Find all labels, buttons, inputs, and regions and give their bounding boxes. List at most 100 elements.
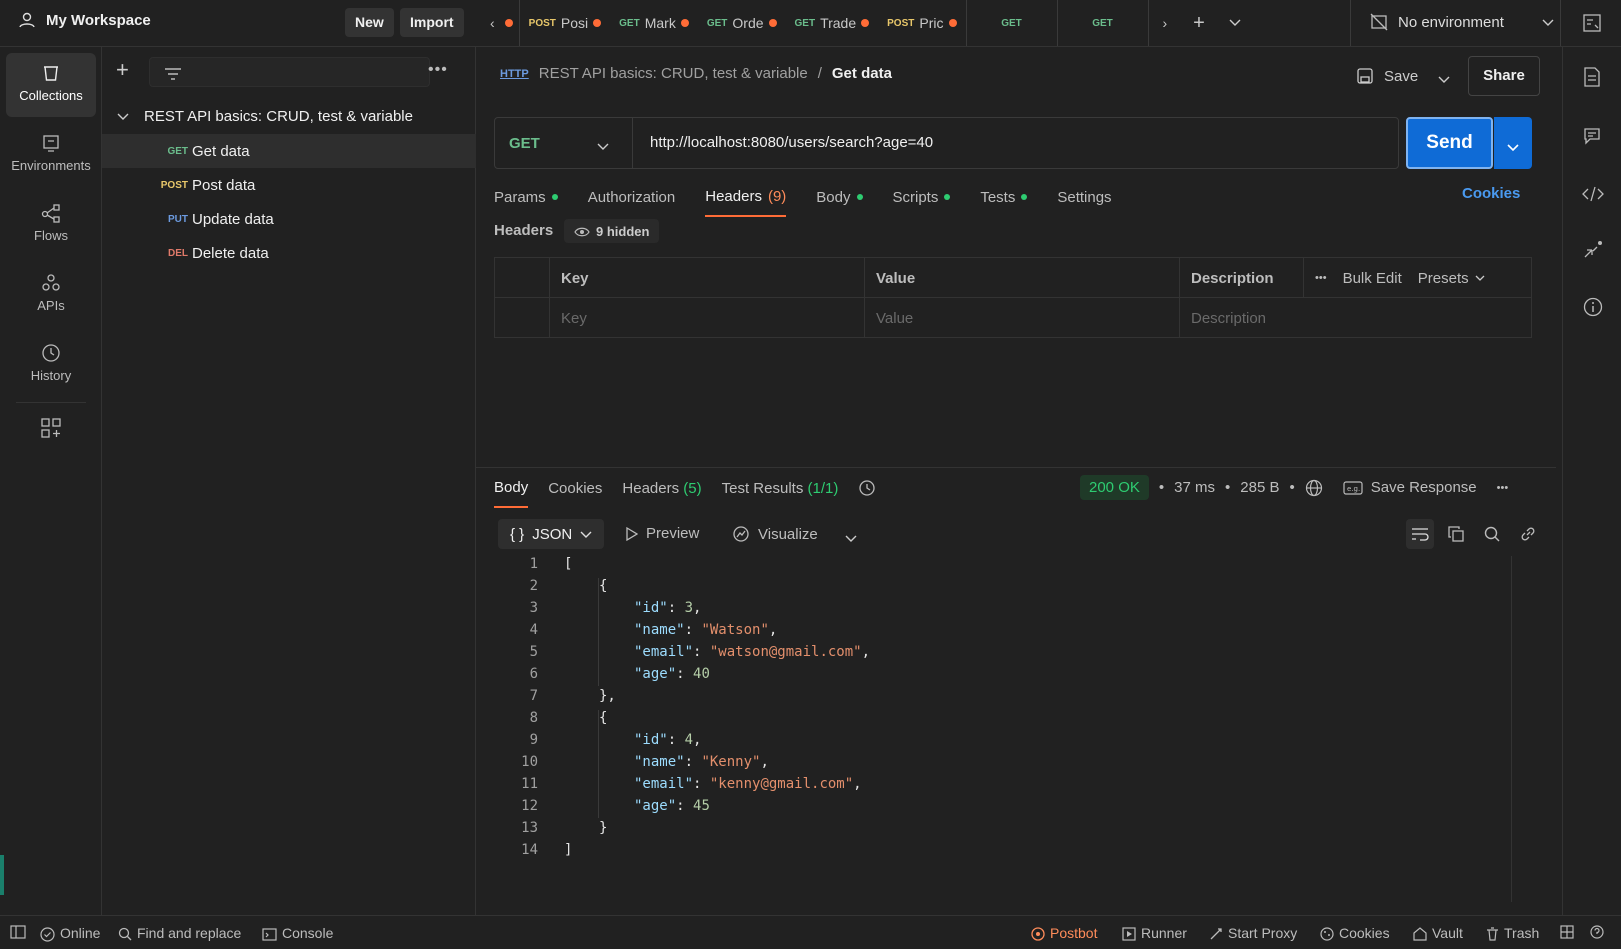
new-button[interactable]: New	[345, 8, 394, 37]
sidebar-request-get-data[interactable]: GET Get data	[102, 134, 476, 168]
sidebar-request-delete-data[interactable]: DEL Delete data	[102, 236, 476, 270]
comments-icon[interactable]	[1583, 127, 1601, 145]
response-pane: Body Cookies Headers (5) Test Results (1…	[476, 467, 1556, 915]
send-options-button[interactable]	[1494, 117, 1532, 169]
sidebar-request-post-data[interactable]: POST Post data	[102, 168, 476, 202]
tab-method: GET	[794, 17, 816, 29]
visualize-button[interactable]: Visualize	[732, 525, 818, 543]
vault-icon	[1413, 925, 1427, 941]
nav-flows[interactable]: Flows	[6, 193, 96, 257]
sidebar-request-update-data[interactable]: PUT Update data	[102, 202, 476, 236]
documentation-icon[interactable]	[1583, 67, 1601, 87]
help-icon[interactable]	[1590, 925, 1604, 939]
online-status[interactable]: Online	[40, 925, 100, 942]
response-history-icon[interactable]	[858, 468, 876, 508]
bulk-edit-button[interactable]: Bulk Edit	[1343, 270, 1402, 287]
request-tab[interactable]: GET Trade	[786, 0, 879, 46]
search-icon[interactable]	[1478, 519, 1506, 549]
request-tab[interactable]: POST Pric	[878, 0, 965, 46]
value-input[interactable]: Value	[865, 298, 1180, 338]
link-icon[interactable]	[1514, 519, 1542, 549]
tab-response-cookies[interactable]: Cookies	[548, 468, 602, 508]
collections-sidebar: + ••• REST API basics: CRUD, test & vari…	[102, 47, 476, 915]
send-button[interactable]: Send	[1406, 117, 1493, 169]
request-tab[interactable]: POST Posi	[520, 0, 610, 46]
console-button[interactable]: Console	[262, 925, 333, 941]
breadcrumb-parent[interactable]: REST API basics: CRUD, test & variable	[539, 65, 808, 82]
trash-button[interactable]: Trash	[1486, 925, 1539, 941]
request-tab[interactable]: GET	[967, 0, 1057, 46]
filter-input[interactable]	[149, 57, 430, 87]
url-input[interactable]: http://localhost:8080/users/search?age=4…	[650, 134, 933, 151]
method-select[interactable]: GET	[495, 118, 633, 168]
tab-list-chevron-icon[interactable]	[1217, 0, 1253, 46]
layout-grid-icon[interactable]	[1560, 925, 1574, 939]
save-button[interactable]: Save	[1356, 67, 1418, 85]
response-time[interactable]: 37 ms	[1174, 479, 1215, 496]
response-size[interactable]: 285 B	[1240, 479, 1279, 496]
tab-response-body[interactable]: Body	[494, 468, 529, 508]
tab-tests[interactable]: Tests	[980, 177, 1028, 217]
key-input[interactable]: Key	[550, 298, 865, 338]
request-tab[interactable]: GET	[1058, 0, 1148, 46]
cookies-button[interactable]: Cookies	[1320, 925, 1390, 941]
environment-quicklook-icon[interactable]	[1582, 13, 1602, 33]
more-options-icon[interactable]: •••	[428, 61, 448, 79]
tab-test-results[interactable]: Test Results (1/1)	[722, 468, 839, 508]
request-tab[interactable]: GET Orde	[698, 0, 786, 46]
related-collections-icon[interactable]	[1583, 239, 1605, 259]
hidden-headers-toggle[interactable]: 9 hidden	[564, 219, 660, 243]
configure-sidebar-icon[interactable]	[40, 417, 62, 439]
nav-collections[interactable]: Collections	[6, 53, 96, 117]
tab-scripts[interactable]: Scripts	[893, 177, 951, 217]
tab-scroll-right-icon[interactable]: ›	[1149, 0, 1182, 46]
status-badge[interactable]: 200 OK	[1080, 475, 1149, 500]
more-options-icon[interactable]: •••	[1497, 482, 1509, 494]
request-title[interactable]: Get data	[832, 65, 892, 82]
request-label: Post data	[192, 176, 256, 194]
tab-settings[interactable]: Settings	[1057, 177, 1111, 217]
json-string: "kenny@gmail.com"	[709, 776, 854, 792]
wrap-lines-icon[interactable]	[1406, 519, 1434, 549]
presets-dropdown[interactable]: Presets	[1418, 270, 1485, 287]
visualize-chevron-icon[interactable]	[845, 530, 857, 546]
add-collection-plus-icon[interactable]: +	[116, 57, 129, 83]
globe-icon[interactable]	[1305, 478, 1323, 496]
nav-environments[interactable]: Environments	[6, 123, 96, 187]
tab-headers[interactable]: Headers (9)	[705, 177, 787, 217]
find-replace-button[interactable]: Find and replace	[118, 925, 241, 941]
environment-selector[interactable]: No environment	[1370, 13, 1554, 31]
share-button[interactable]: Share	[1468, 56, 1540, 96]
nav-history[interactable]: History	[6, 333, 96, 397]
response-body-editor[interactable]: 1 2 3 4 5 6 7 8 9 10 11 12 13 14 [ { "id…	[494, 556, 1512, 902]
runner-button[interactable]: Runner	[1122, 925, 1187, 941]
save-options-chevron-icon[interactable]	[1438, 71, 1450, 87]
tab-authorization[interactable]: Authorization	[588, 177, 676, 217]
tab-body[interactable]: Body	[816, 177, 863, 217]
tab-response-headers[interactable]: Headers (5)	[622, 468, 701, 508]
vault-button[interactable]: Vault	[1413, 925, 1463, 941]
more-options-icon[interactable]: •••	[1315, 272, 1327, 284]
tab-partial[interactable]	[504, 0, 519, 46]
new-tab-plus-icon[interactable]: +	[1181, 0, 1217, 46]
copy-icon[interactable]	[1442, 519, 1470, 549]
import-button[interactable]: Import	[400, 8, 464, 37]
tab-params[interactable]: Params	[494, 177, 558, 217]
nav-apis[interactable]: APIs	[6, 263, 96, 327]
save-response-button[interactable]: e.g. Save Response	[1343, 479, 1477, 496]
description-input[interactable]: Description	[1180, 298, 1529, 338]
postbot-button[interactable]: Postbot	[1031, 925, 1097, 941]
cookies-link[interactable]: Cookies	[1462, 185, 1520, 202]
request-tab[interactable]: GET Mark	[610, 0, 698, 46]
start-proxy-button[interactable]: Start Proxy	[1209, 925, 1297, 941]
postbot-icon	[1031, 925, 1045, 941]
preview-button[interactable]: Preview	[626, 525, 699, 542]
json-key: "id"	[634, 600, 668, 616]
code-icon[interactable]	[1582, 185, 1604, 202]
collection-item[interactable]: REST API basics: CRUD, test & variable	[102, 99, 476, 133]
tab-scroll-left-icon[interactable]: ‹	[480, 0, 505, 46]
format-select[interactable]: { } JSON	[498, 519, 605, 549]
workspace-switcher[interactable]: My Workspace	[18, 11, 151, 29]
info-icon[interactable]	[1583, 297, 1603, 317]
toggle-sidebar-icon[interactable]	[10, 925, 26, 939]
